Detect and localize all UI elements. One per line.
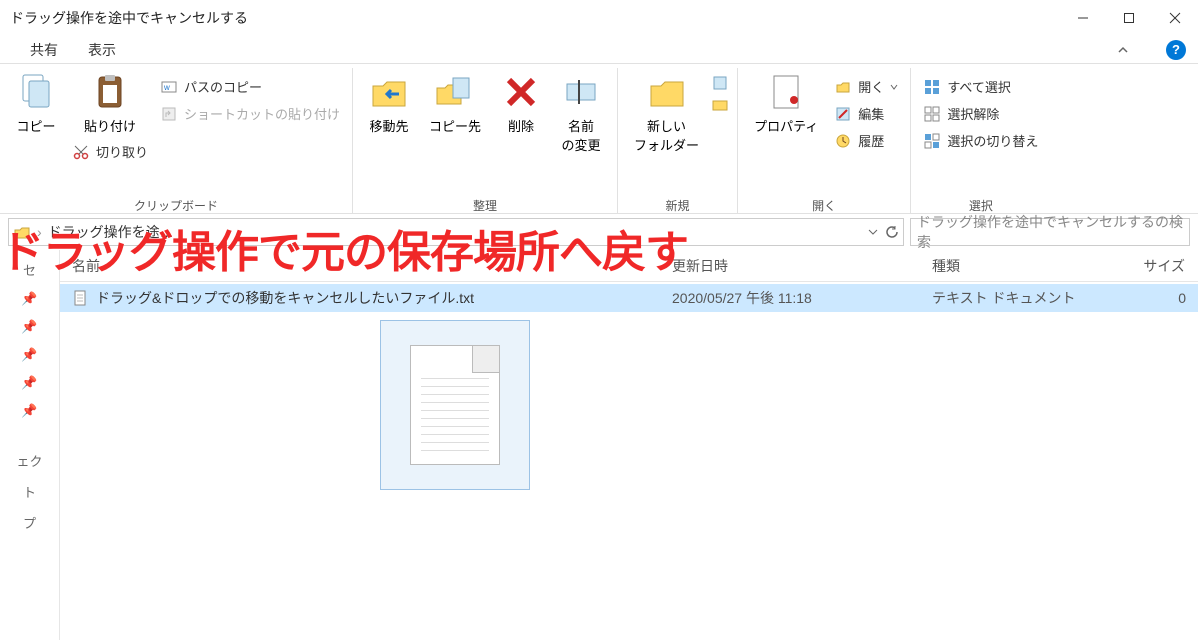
copy-label: コピー xyxy=(16,116,55,135)
close-button[interactable] xyxy=(1152,3,1198,33)
select-all-button[interactable]: すべて選択 xyxy=(919,74,1042,99)
file-name: ドラッグ&ドロップでの移動をキャンセルしたいファイル.txt xyxy=(96,288,474,308)
cut-icon xyxy=(72,143,90,161)
pin-icon[interactable]: 📌 xyxy=(21,291,37,307)
rename-label: 名前 の変更 xyxy=(562,116,601,154)
window-title: ドラッグ操作を途中でキャンセルする xyxy=(10,8,1060,28)
ribbon-group-open: プロパティ 開く 編集 履歴 開く xyxy=(738,68,911,213)
new-item-icon[interactable] xyxy=(711,74,729,92)
paste-shortcut-label: ショートカットの貼り付け xyxy=(184,104,340,123)
copy-path-button[interactable]: w パスのコピー xyxy=(156,74,344,99)
nav-pane[interactable]: セ 📌 📌 📌 📌 📌 ェク ト プ xyxy=(0,250,60,640)
move-to-label: 移動先 xyxy=(370,116,409,135)
clipboard-group-label: クリップボード xyxy=(134,195,218,213)
invert-selection-button[interactable]: 選択の切り替え xyxy=(919,128,1042,153)
ribbon-collapse-icon[interactable] xyxy=(1116,43,1130,57)
ribbon: コピー 貼り付け 切り取り xyxy=(0,64,1198,214)
delete-label: 削除 xyxy=(508,116,534,135)
select-all-icon xyxy=(923,78,941,96)
paste-shortcut-button[interactable]: ショートカットの貼り付け xyxy=(156,101,344,126)
delete-icon xyxy=(501,72,541,112)
path-icon: w xyxy=(160,78,178,96)
move-to-icon xyxy=(369,72,409,112)
ribbon-tabs: 共有 表示 ? xyxy=(0,36,1198,64)
select-none-icon xyxy=(923,105,941,123)
file-icon xyxy=(72,290,88,306)
window-buttons xyxy=(1060,3,1198,33)
drag-ghost-icon xyxy=(410,345,500,465)
rename-button[interactable]: 名前 の変更 xyxy=(553,68,609,158)
paste-label: 貼り付け xyxy=(84,116,136,135)
organize-group-label: 整理 xyxy=(473,195,497,213)
open-icon xyxy=(834,78,852,96)
shortcut-icon xyxy=(160,105,178,123)
history-label: 履歴 xyxy=(858,131,884,150)
properties-icon xyxy=(766,72,806,112)
ribbon-group-select: すべて選択 選択解除 選択の切り替え 選択 xyxy=(911,68,1050,213)
minimize-button[interactable] xyxy=(1060,3,1106,33)
select-all-label: すべて選択 xyxy=(947,77,1011,96)
pin-icon[interactable]: 📌 xyxy=(21,347,37,363)
file-row[interactable]: ドラッグ&ドロップでの移動をキャンセルしたいファイル.txt 2020/05/2… xyxy=(60,284,1198,312)
copy-button[interactable]: コピー xyxy=(8,68,64,139)
tab-view[interactable]: 表示 xyxy=(88,40,116,60)
copy-to-icon xyxy=(435,72,475,112)
move-to-button[interactable]: 移動先 xyxy=(361,68,417,139)
paste-button[interactable]: 貼り付け xyxy=(68,68,152,139)
new-folder-icon xyxy=(647,72,687,112)
copy-to-button[interactable]: コピー先 xyxy=(421,68,489,139)
delete-button[interactable]: 削除 xyxy=(493,68,549,139)
select-none-label: 選択解除 xyxy=(947,104,999,123)
pin-icon[interactable]: 📌 xyxy=(21,375,37,391)
file-list[interactable]: 名前 更新日時 種類 サイズ ドラッグ&ドロップでの移動をキャンセルしたいファイ… xyxy=(60,250,1198,640)
properties-label: プロパティ xyxy=(754,116,818,135)
maximize-button[interactable] xyxy=(1106,3,1152,33)
rename-icon xyxy=(561,72,601,112)
pin-icon[interactable]: 📌 xyxy=(21,319,37,335)
invert-icon xyxy=(923,132,941,150)
new-folder-button[interactable]: 新しい フォルダー xyxy=(626,68,707,158)
edit-icon xyxy=(834,105,852,123)
edit-button[interactable]: 編集 xyxy=(830,101,902,126)
ribbon-group-organize: 移動先 コピー先 削除 名前 の変更 整理 xyxy=(353,68,618,213)
nav-objects-2[interactable]: ト xyxy=(23,482,36,501)
copy-to-label: コピー先 xyxy=(429,116,481,135)
tab-share[interactable]: 共有 xyxy=(30,40,58,60)
cut-button[interactable]: 切り取り xyxy=(68,139,152,164)
drag-ghost xyxy=(380,320,530,490)
invert-selection-label: 選択の切り替え xyxy=(947,131,1038,150)
open-label: 開く xyxy=(858,77,884,96)
select-none-button[interactable]: 選択解除 xyxy=(919,101,1042,126)
file-date: 2020/05/27 午後 11:18 xyxy=(660,288,920,308)
open-button[interactable]: 開く xyxy=(830,74,902,99)
ribbon-group-clipboard: コピー 貼り付け 切り取り xyxy=(0,68,353,213)
svg-text:w: w xyxy=(163,83,170,92)
edit-label: 編集 xyxy=(858,104,884,123)
properties-button[interactable]: プロパティ xyxy=(746,68,826,139)
titlebar: ドラッグ操作を途中でキャンセルする xyxy=(0,0,1198,36)
file-size: 0 xyxy=(1120,290,1198,306)
history-icon xyxy=(834,132,852,150)
paste-icon xyxy=(90,72,130,112)
file-type: テキスト ドキュメント xyxy=(920,288,1120,308)
new-folder-label: 新しい フォルダー xyxy=(634,116,699,154)
ribbon-group-new: 新しい フォルダー 新規 xyxy=(618,68,738,213)
open-group-label: 開く xyxy=(812,195,836,213)
easy-access-icon[interactable] xyxy=(711,96,729,114)
nav-objects-3[interactable]: プ xyxy=(23,513,36,532)
history-button[interactable]: 履歴 xyxy=(830,128,902,153)
copy-icon xyxy=(16,72,56,112)
main-area: セ 📌 📌 📌 📌 📌 ェク ト プ 名前 更新日時 種類 サイズ ドラッグ&ド… xyxy=(0,250,1198,640)
new-group-label: 新規 xyxy=(666,195,690,213)
cut-label: 切り取り xyxy=(96,142,148,161)
select-group-label: 選択 xyxy=(969,195,993,213)
copy-path-label: パスのコピー xyxy=(184,77,262,96)
pin-icon[interactable]: 📌 xyxy=(21,403,37,419)
help-icon[interactable]: ? xyxy=(1166,40,1186,60)
annotation-text: ドラッグ操作で元の保存場所へ戻す xyxy=(0,216,1198,280)
nav-objects-1[interactable]: ェク xyxy=(16,451,42,470)
